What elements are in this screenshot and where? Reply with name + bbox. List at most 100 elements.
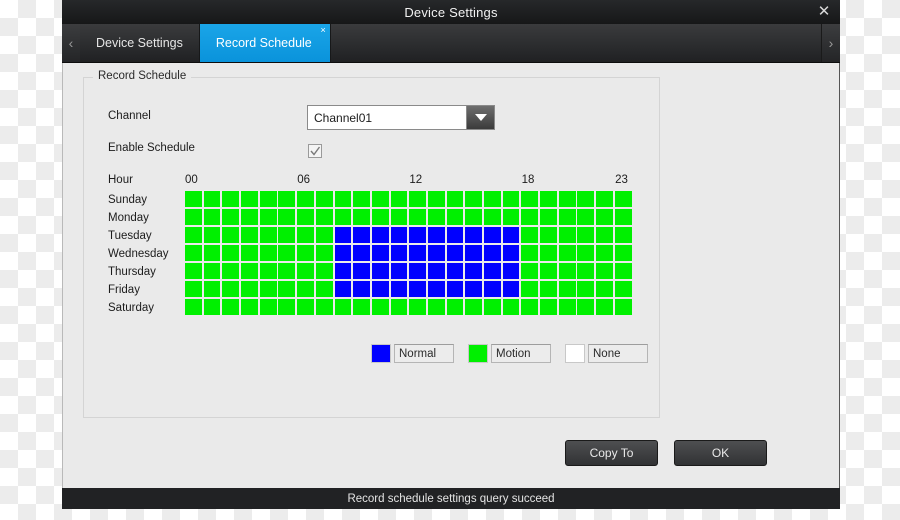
schedule-cell[interactable] (241, 263, 258, 279)
schedule-cell[interactable] (222, 209, 240, 225)
schedule-cell[interactable] (502, 245, 520, 261)
schedule-cell[interactable] (577, 227, 595, 243)
schedule-cell[interactable] (558, 227, 576, 243)
schedule-cell[interactable] (614, 191, 632, 207)
schedule-cell[interactable] (185, 263, 202, 279)
schedule-cell[interactable] (484, 299, 501, 315)
tab-device-settings[interactable]: Device Settings (80, 24, 200, 62)
schedule-cell[interactable] (185, 191, 202, 207)
schedule-cell[interactable] (521, 263, 539, 279)
schedule-cell[interactable] (446, 263, 464, 279)
schedule-cell[interactable] (596, 245, 613, 261)
schedule-cell[interactable] (502, 191, 520, 207)
schedule-cell[interactable] (222, 191, 240, 207)
schedule-cell[interactable] (315, 209, 333, 225)
schedule-cell[interactable] (465, 263, 483, 279)
schedule-cell[interactable] (558, 245, 576, 261)
schedule-cell[interactable] (465, 191, 483, 207)
schedule-cell[interactable] (577, 191, 595, 207)
schedule-cell[interactable] (409, 209, 427, 225)
schedule-cell[interactable] (297, 299, 314, 315)
schedule-cell[interactable] (334, 245, 352, 261)
schedule-cell[interactable] (371, 245, 389, 261)
schedule-cell[interactable] (484, 191, 501, 207)
schedule-cell[interactable] (540, 281, 557, 297)
schedule-cell[interactable] (390, 281, 408, 297)
schedule-cell[interactable] (185, 209, 202, 225)
schedule-cell[interactable] (521, 227, 539, 243)
schedule-cell[interactable] (390, 299, 408, 315)
channel-select[interactable]: Channel01 (307, 105, 495, 130)
legend-item-none[interactable]: None (565, 344, 648, 363)
schedule-cell[interactable] (371, 209, 389, 225)
chevron-down-icon[interactable] (466, 106, 494, 129)
legend-item-motion[interactable]: Motion (468, 344, 551, 363)
tab-scroll-right-icon[interactable]: › (821, 24, 840, 62)
schedule-cell[interactable] (409, 299, 427, 315)
tab-scroll-left-icon[interactable]: ‹ (62, 24, 80, 62)
schedule-cell[interactable] (353, 209, 370, 225)
schedule-cell[interactable] (371, 281, 389, 297)
schedule-cell[interactable] (465, 245, 483, 261)
schedule-cell[interactable] (222, 227, 240, 243)
legend-item-normal[interactable]: Normal (371, 344, 454, 363)
schedule-cell[interactable] (446, 227, 464, 243)
schedule-cell[interactable] (502, 263, 520, 279)
schedule-cell[interactable] (241, 209, 258, 225)
schedule-cell[interactable] (353, 281, 370, 297)
schedule-cell[interactable] (222, 281, 240, 297)
schedule-cell[interactable] (446, 281, 464, 297)
schedule-cell[interactable] (278, 281, 296, 297)
schedule-grid[interactable] (185, 191, 634, 317)
schedule-cell[interactable] (353, 263, 370, 279)
schedule-cell[interactable] (203, 227, 221, 243)
schedule-cell[interactable] (259, 245, 277, 261)
schedule-cell[interactable] (371, 191, 389, 207)
schedule-cell[interactable] (334, 191, 352, 207)
legend-swatch-normal[interactable] (371, 344, 391, 363)
copy-to-button[interactable]: Copy To (565, 440, 658, 466)
schedule-cell[interactable] (353, 299, 370, 315)
schedule-cell[interactable] (614, 281, 632, 297)
schedule-cell[interactable] (297, 227, 314, 243)
schedule-cell[interactable] (446, 299, 464, 315)
schedule-cell[interactable] (185, 281, 202, 297)
schedule-cell[interactable] (371, 263, 389, 279)
schedule-cell[interactable] (334, 263, 352, 279)
schedule-cell[interactable] (465, 281, 483, 297)
schedule-cell[interactable] (409, 281, 427, 297)
schedule-cell[interactable] (540, 299, 557, 315)
schedule-row-thursday[interactable] (185, 263, 634, 281)
schedule-cell[interactable] (596, 227, 613, 243)
schedule-row-monday[interactable] (185, 209, 634, 227)
schedule-cell[interactable] (390, 245, 408, 261)
schedule-cell[interactable] (241, 227, 258, 243)
schedule-cell[interactable] (371, 227, 389, 243)
schedule-cell[interactable] (315, 281, 333, 297)
schedule-cell[interactable] (278, 209, 296, 225)
schedule-cell[interactable] (502, 227, 520, 243)
schedule-cell[interactable] (484, 281, 501, 297)
schedule-cell[interactable] (390, 209, 408, 225)
schedule-cell[interactable] (577, 281, 595, 297)
schedule-cell[interactable] (427, 263, 445, 279)
schedule-cell[interactable] (465, 209, 483, 225)
schedule-cell[interactable] (185, 245, 202, 261)
schedule-cell[interactable] (502, 281, 520, 297)
schedule-cell[interactable] (596, 209, 613, 225)
schedule-cell[interactable] (577, 299, 595, 315)
schedule-cell[interactable] (297, 191, 314, 207)
schedule-cell[interactable] (521, 299, 539, 315)
schedule-cell[interactable] (596, 191, 613, 207)
schedule-cell[interactable] (334, 227, 352, 243)
schedule-cell[interactable] (521, 281, 539, 297)
schedule-cell[interactable] (241, 299, 258, 315)
schedule-cell[interactable] (278, 227, 296, 243)
schedule-cell[interactable] (334, 299, 352, 315)
schedule-cell[interactable] (446, 245, 464, 261)
schedule-cell[interactable] (297, 209, 314, 225)
schedule-cell[interactable] (371, 299, 389, 315)
schedule-cell[interactable] (222, 245, 240, 261)
schedule-cell[interactable] (446, 209, 464, 225)
schedule-cell[interactable] (259, 209, 277, 225)
